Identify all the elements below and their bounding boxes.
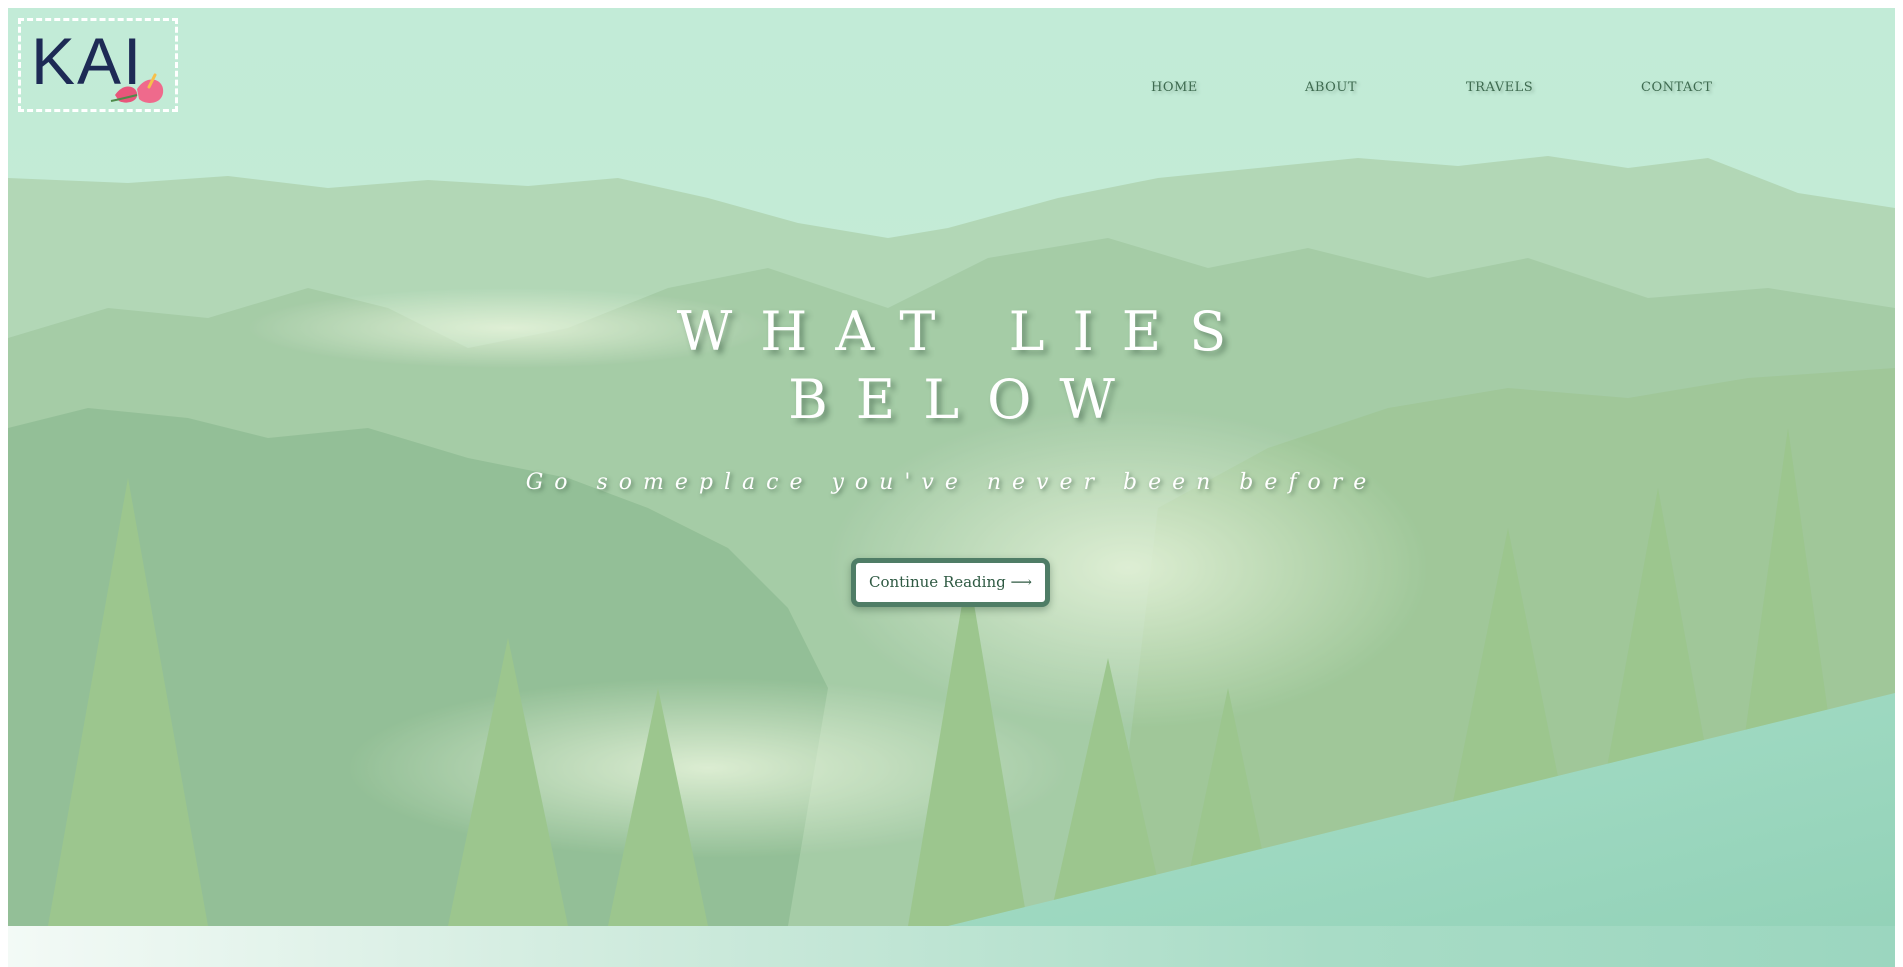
hero-title-line-2: BELOW [788,368,1143,431]
hero-title-line-1: WHAT LIES [676,300,1255,363]
nav-link-home[interactable]: HOME [1151,80,1198,95]
section-divider-strip [8,926,1895,967]
page-frame: KAI HOME ABOUT TRAVELS CONTACT WHAT LIES… [8,8,1895,967]
nav-link-travels[interactable]: TRAVELS [1466,80,1533,95]
main-navigation: HOME ABOUT TRAVELS CONTACT [8,80,1895,104]
nav-link-contact[interactable]: CONTACT [1641,80,1712,95]
continue-reading-button[interactable]: Continue Reading ⟶ [851,558,1050,607]
hero-background-image [8,8,1895,926]
hero-subtitle: Go someplace you've never been before [525,470,1378,495]
nav-link-about[interactable]: ABOUT [1305,80,1357,95]
hero-title: WHAT LIES BELOW [8,298,1895,434]
hero-section: KAI HOME ABOUT TRAVELS CONTACT WHAT LIES… [8,8,1895,926]
